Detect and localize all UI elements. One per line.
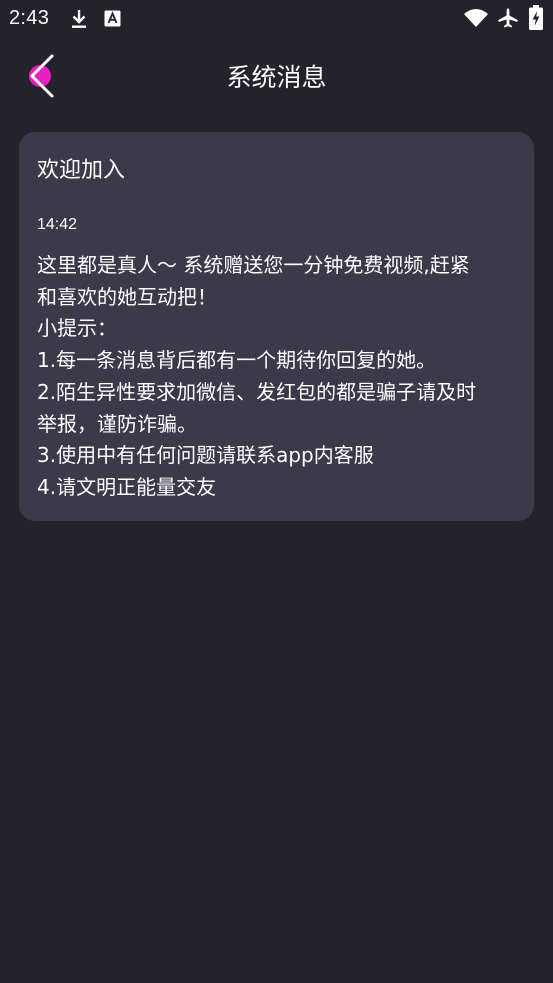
battery-charging-icon: [529, 5, 543, 30]
airplane-icon: [498, 8, 518, 28]
message-title: 欢迎加入: [37, 158, 126, 183]
message-body: 这里都是真人～ 系统赠送您一分钟免费视频,赶紧 和喜欢的她互动把！ 小提示： 1…: [37, 250, 515, 504]
message-line: 小提示：: [37, 316, 117, 341]
message-card[interactable]: 欢迎加入 14:42 这里都是真人～ 系统赠送您一分钟免费视频,赶紧 和喜欢的她…: [19, 132, 534, 521]
message-line: 3.使用中有任何问题请联系app内客服: [37, 443, 374, 468]
message-line: 和喜欢的她互动把！: [37, 284, 217, 309]
header: 系统消息: [0, 38, 553, 114]
download-icon: [72, 10, 86, 28]
page-title: 系统消息: [226, 63, 327, 92]
message-line: 2.陌生异性要求加微信、发红包的都是骗子请及时: [37, 379, 477, 404]
message-line: 这里都是真人～ 系统赠送您一分钟免费视频,赶紧: [37, 253, 470, 277]
message-time: 14:42: [37, 216, 78, 233]
status-time: 2:43: [9, 7, 50, 29]
message-line: 4.请文明正能量交友: [37, 474, 217, 499]
status-bar: 2:43: [0, 0, 553, 38]
a-badge-icon: [104, 10, 121, 27]
wifi-icon: [464, 9, 488, 27]
message-line: 1.每一条消息背后都有一个期待你回复的她。: [37, 348, 437, 373]
message-line: 举报，谨防诈骗。: [37, 411, 197, 436]
